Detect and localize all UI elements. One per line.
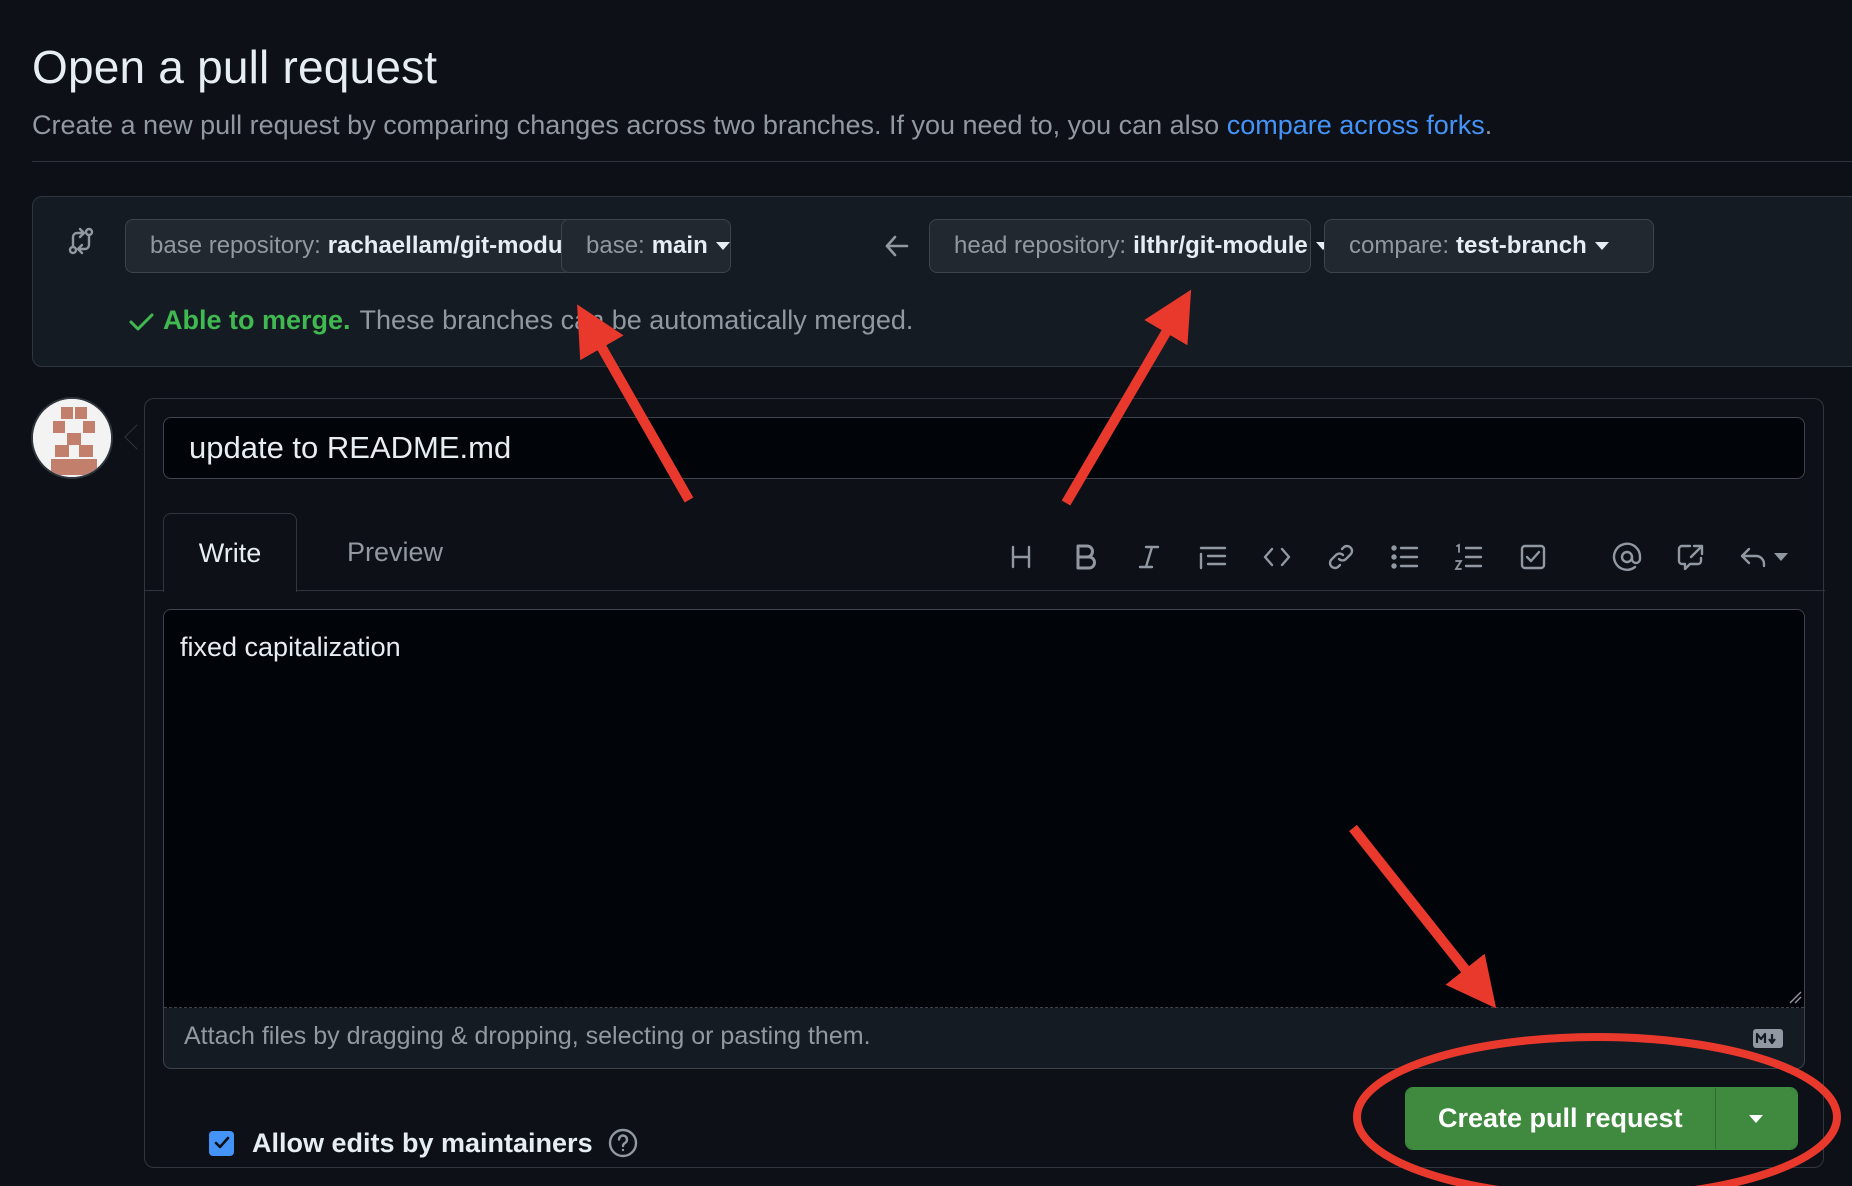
merge-status: Able to merge. These branches can be aut… [127, 305, 913, 336]
base-repository-select[interactable]: base repository: rachaellam/git-module [125, 219, 605, 273]
allow-edits-label: Allow edits by maintainers [252, 1127, 593, 1158]
head-repository-select[interactable]: head repository: ilthr/git-module [929, 219, 1330, 273]
base-repository-label: base repository: [150, 232, 321, 259]
head-repository-label: head repository: [954, 232, 1127, 259]
task-list-icon [1520, 544, 1546, 570]
link-icon [1328, 544, 1354, 570]
cross-reference-icon [1677, 544, 1704, 571]
page-title: Open a pull request [32, 41, 438, 93]
pr-body-textarea[interactable]: fixed capitalization [164, 610, 1804, 1008]
code-icon [1263, 547, 1291, 567]
merge-detail-text: These branches can be automatically merg… [359, 305, 914, 335]
base-branch-select[interactable]: base: main [561, 219, 731, 273]
create-pull-request-group: Create pull request [1405, 1087, 1798, 1150]
pr-title-input[interactable]: update to README.md [163, 417, 1805, 479]
heading-button[interactable] [989, 537, 1053, 577]
head-repository-value: ilthr/git-module [1133, 232, 1308, 259]
create-pull-request-button[interactable]: Create pull request [1406, 1088, 1715, 1149]
italic-icon [1138, 545, 1160, 569]
create-options-dropdown[interactable] [1714, 1088, 1797, 1149]
link-button[interactable] [1309, 537, 1373, 577]
arrow-left-icon [885, 235, 909, 257]
mention-icon [1612, 542, 1642, 571]
header-divider [32, 161, 1852, 162]
comment-editor: fixed capitalization Attach files by dra… [163, 609, 1805, 1069]
markdown-toolbar [989, 537, 1803, 577]
chevron-down-icon [1749, 1114, 1764, 1123]
tab-write[interactable]: Write [163, 513, 297, 592]
mention-button[interactable] [1595, 537, 1659, 577]
ordered-list-button[interactable] [1437, 537, 1501, 577]
ordered-list-icon [1454, 543, 1483, 570]
unordered-list-icon [1391, 545, 1419, 569]
checkmark-icon [214, 1136, 229, 1149]
resize-grip-icon[interactable] [1788, 990, 1802, 1004]
attach-files-hint[interactable]: Attach files by dragging & dropping, sel… [184, 1022, 871, 1051]
pull-request-form: update to README.md Write Preview fixed … [144, 398, 1825, 1168]
unordered-list-button[interactable] [1373, 537, 1437, 577]
saved-replies-button[interactable] [1723, 537, 1803, 577]
italic-button[interactable] [1117, 537, 1181, 577]
chevron-down-icon [1594, 242, 1609, 250]
heading-icon [1011, 545, 1031, 569]
check-icon [129, 313, 154, 330]
compare-branch-label: compare: [1349, 232, 1450, 259]
base-repository-value: rachaellam/git-module [327, 232, 583, 259]
allow-edits-checkbox[interactable] [209, 1130, 234, 1156]
compare-across-forks-link[interactable]: compare across forks [1227, 110, 1485, 140]
merge-ok-text: Able to merge. [163, 305, 351, 335]
help-icon[interactable] [607, 1127, 639, 1159]
identicon-image [33, 399, 111, 477]
bold-button[interactable] [1053, 537, 1117, 577]
allow-edits-row: Allow edits by maintainers [209, 1127, 639, 1159]
base-branch-label: base: [586, 232, 645, 259]
quote-icon [1199, 546, 1227, 570]
cross-reference-button[interactable] [1659, 537, 1723, 577]
code-button[interactable] [1245, 537, 1309, 577]
bold-icon [1076, 544, 1096, 570]
compare-branch-value: test-branch [1456, 232, 1587, 259]
compare-panel: base repository: rachaellam/git-module ba… [32, 196, 1852, 367]
chevron-down-icon [1774, 553, 1788, 561]
quote-button[interactable] [1181, 537, 1245, 577]
base-branch-value: main [651, 232, 708, 259]
markdown-icon[interactable] [1752, 1028, 1784, 1049]
task-list-button[interactable] [1501, 537, 1565, 577]
subtitle-end: . [1484, 110, 1493, 140]
compare-branches-icon [68, 227, 94, 255]
avatar[interactable] [31, 397, 113, 479]
page-subtitle: Create a new pull request by comparing c… [32, 110, 1492, 141]
chevron-down-icon [715, 242, 730, 250]
reply-icon [1740, 547, 1766, 568]
tab-preview[interactable]: Preview [325, 513, 465, 592]
subtitle-text: Create a new pull request by comparing c… [32, 110, 1227, 140]
compare-branch-select[interactable]: compare: test-branch [1324, 219, 1654, 273]
editor-tabs: Write Preview [145, 513, 1825, 592]
